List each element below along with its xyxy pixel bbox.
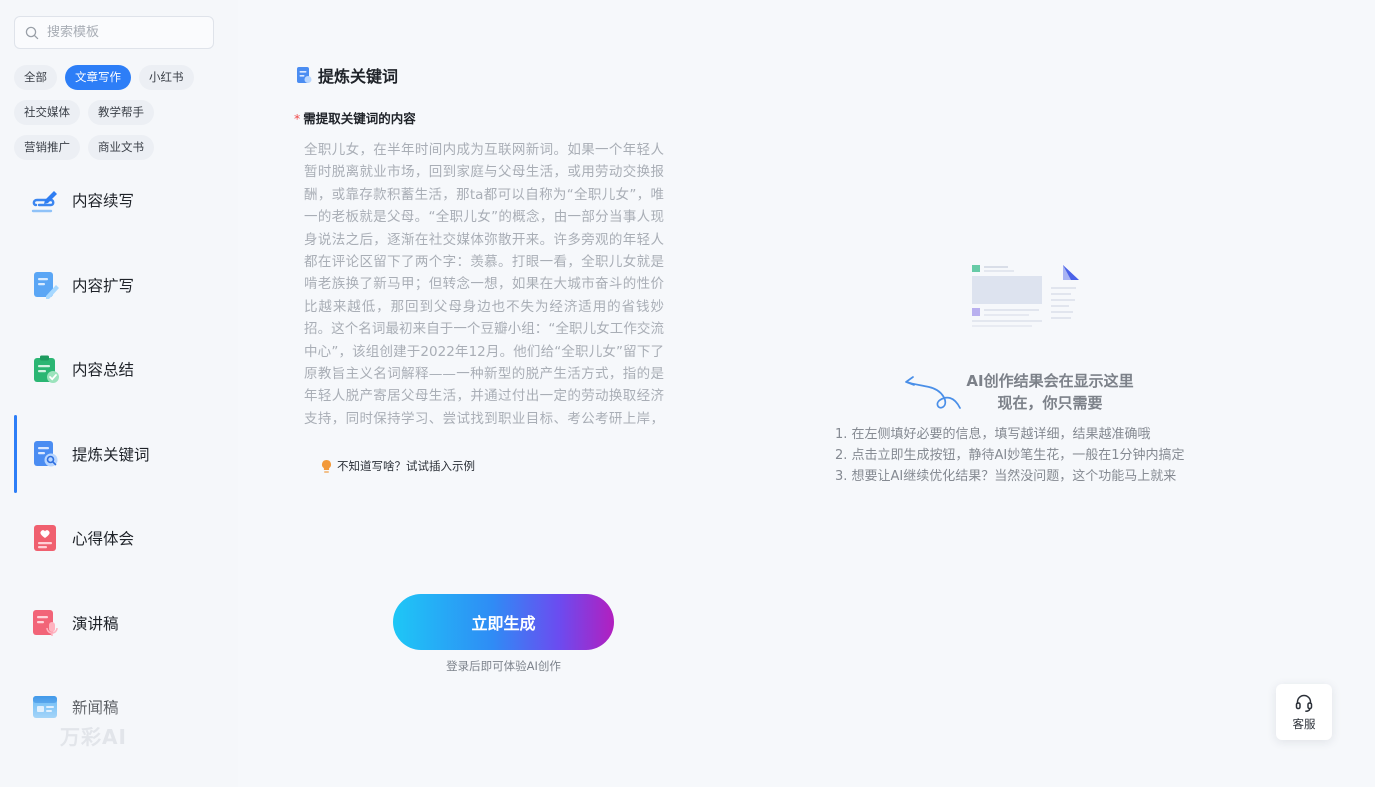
- field-label: * 需提取关键词的内容: [294, 108, 416, 127]
- search-icon: [25, 26, 39, 39]
- field-label-text: 需提取关键词的内容: [303, 111, 416, 126]
- result-title-line2: 现在，你只需要: [997, 394, 1103, 412]
- newspaper-icon: [33, 696, 57, 719]
- category-tags: 全部 文章写作 小红书 社交媒体 教学帮手 营销推广 商业文书: [14, 65, 229, 170]
- result-placeholder-title: AI创作结果会在显示这里 现在，你只需要: [940, 370, 1160, 414]
- microphone-note-icon: [33, 609, 58, 636]
- document-icon: [297, 67, 312, 83]
- nav-label: 内容续写: [72, 192, 135, 211]
- tag-business-docs[interactable]: 商业文书: [88, 135, 154, 160]
- form-panel: 提炼关键词 * 需提取关键词的内容 全职儿女，在半年时间内成为互联网新词。如果一个…: [238, 0, 668, 787]
- step-item: 1. 在左侧填好必要的信息，填写越详细，结果越准确哦: [835, 427, 1151, 442]
- tag-social-media[interactable]: 社交媒体: [14, 100, 80, 125]
- login-tip: 登录后即可体验AI创作: [446, 659, 561, 673]
- clipboard-check-icon: [34, 355, 59, 384]
- nav-item-content-summary[interactable]: 内容总结: [14, 327, 238, 412]
- generate-button[interactable]: 立即生成: [393, 594, 614, 650]
- form-title: 提炼关键词: [296, 63, 398, 87]
- tag-teaching-helper[interactable]: 教学帮手: [88, 100, 154, 125]
- headset-icon: [1295, 694, 1313, 712]
- form-title-text: 提炼关键词: [318, 67, 399, 86]
- nav-item-reflection[interactable]: 心得体会: [14, 496, 238, 581]
- template-sidebar: 全部 文章写作 小红书 社交媒体 教学帮手 营销推广 商业文书 内容续写: [0, 0, 238, 787]
- nav-item-speech[interactable]: 演讲稿: [14, 581, 238, 666]
- document-search-icon: [34, 440, 58, 467]
- result-title-line1: AI创作结果会在显示这里: [966, 372, 1134, 390]
- customer-service-button[interactable]: 客服: [1276, 684, 1332, 740]
- search-input[interactable]: [47, 25, 197, 40]
- content-textarea[interactable]: 全职儿女，在半年时间内成为互联网新词。如果一个年轻人暂时脱离就业市场，回到家庭与…: [304, 139, 664, 430]
- nav-label: 新闻稿: [72, 699, 119, 718]
- nav-label: 内容扩写: [72, 276, 135, 295]
- instruction-steps: 1. 在左侧填好必要的信息，填写越详细，结果越准确哦 2. 点击立即生成按钮，静…: [835, 424, 1185, 487]
- nav-label: 提炼关键词: [72, 445, 150, 464]
- nav-item-content-continue[interactable]: 内容续写: [14, 158, 238, 243]
- required-mark: *: [294, 111, 301, 126]
- nav-label: 演讲稿: [72, 614, 119, 633]
- template-nav: 内容续写 内容扩写 内容总结 提炼关键词 心得体会 演讲稿 新闻稿: [14, 158, 238, 750]
- step-item: 2. 点击立即生成按钮，静待AI妙笔生花，一般在1分钟内搞定: [835, 448, 1185, 463]
- nav-label: 心得体会: [72, 530, 135, 549]
- tag-article-writing[interactable]: 文章写作: [65, 65, 131, 90]
- search-box[interactable]: [14, 16, 214, 49]
- hint-text: 不知道写啥？试试插入示例: [337, 459, 475, 473]
- edit-document-icon: [34, 271, 59, 299]
- lightbulb-icon: [321, 459, 332, 473]
- service-label: 客服: [1292, 716, 1316, 731]
- step-item: 3. 想要让AI继续优化结果？当然没问题，这个功能马上就来: [835, 469, 1177, 484]
- tag-all[interactable]: 全部: [14, 65, 57, 90]
- nav-label: 内容总结: [72, 361, 135, 380]
- nav-item-keyword-extract[interactable]: 提炼关键词: [14, 412, 238, 497]
- tag-xiaohongshu[interactable]: 小红书: [139, 65, 194, 90]
- tag-marketing[interactable]: 营销推广: [14, 135, 80, 160]
- brand-logo: 万彩AI: [60, 725, 127, 749]
- result-document-illustration: [972, 265, 1079, 327]
- pen-cloud-icon: [31, 191, 57, 213]
- insert-example-hint[interactable]: 不知道写啥？试试插入示例: [320, 458, 475, 474]
- nav-item-content-expand[interactable]: 内容扩写: [14, 243, 238, 328]
- heart-note-icon: [34, 525, 56, 552]
